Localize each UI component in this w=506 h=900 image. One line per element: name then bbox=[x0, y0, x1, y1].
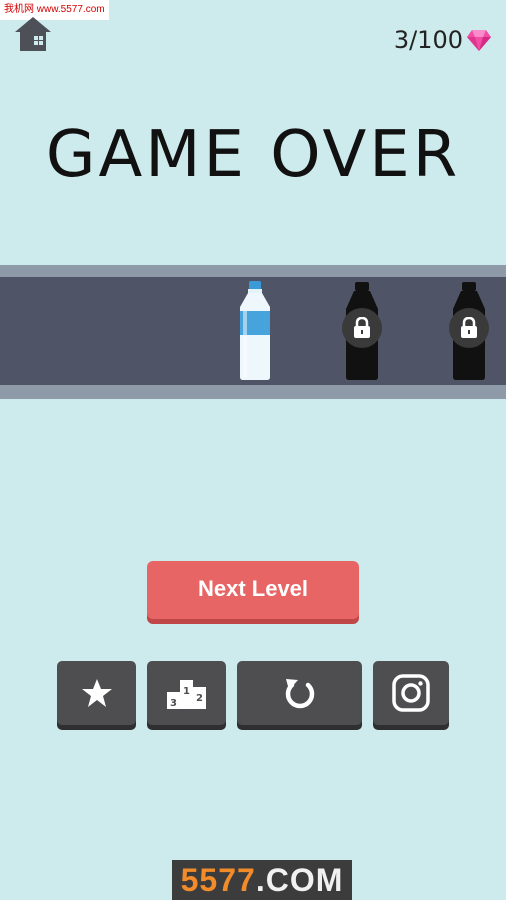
home-icon bbox=[15, 17, 51, 51]
pink-diamond-icon bbox=[467, 30, 491, 51]
black-bottle-locked-1[interactable] bbox=[340, 281, 384, 385]
lock-icon bbox=[354, 317, 370, 338]
water-bottle-icon bbox=[240, 281, 270, 380]
leaderboard-button[interactable]: 3 1 2 bbox=[147, 661, 226, 725]
watermark-number: 5577 bbox=[180, 861, 256, 898]
gem-counter: 3/100 bbox=[394, 26, 492, 54]
podium-second: 2 bbox=[196, 693, 203, 704]
gem-count: 3/100 bbox=[393, 26, 463, 54]
podium-icon: 3 1 2 bbox=[166, 680, 206, 709]
instagram-button[interactable] bbox=[373, 661, 449, 725]
black-bottle-locked-2[interactable] bbox=[447, 281, 491, 385]
star-icon bbox=[81, 679, 112, 707]
lock-badge bbox=[342, 308, 382, 348]
watermark-domain: .COM bbox=[255, 861, 344, 898]
next-level-button[interactable]: Next Level bbox=[147, 561, 359, 619]
instagram-icon bbox=[392, 674, 430, 712]
podium-third: 3 bbox=[170, 698, 177, 709]
lock-icon bbox=[461, 317, 477, 338]
restart-button[interactable] bbox=[237, 661, 362, 725]
game-over-title: GAME OVER bbox=[45, 118, 461, 192]
watermark-bottom-logo: 5577 .COM bbox=[172, 860, 352, 900]
water-bottle[interactable] bbox=[237, 281, 273, 385]
home-button[interactable] bbox=[13, 14, 53, 54]
lock-badge bbox=[449, 308, 489, 348]
restart-icon bbox=[285, 679, 314, 709]
podium-first: 1 bbox=[183, 686, 190, 697]
rate-button[interactable] bbox=[57, 661, 136, 725]
